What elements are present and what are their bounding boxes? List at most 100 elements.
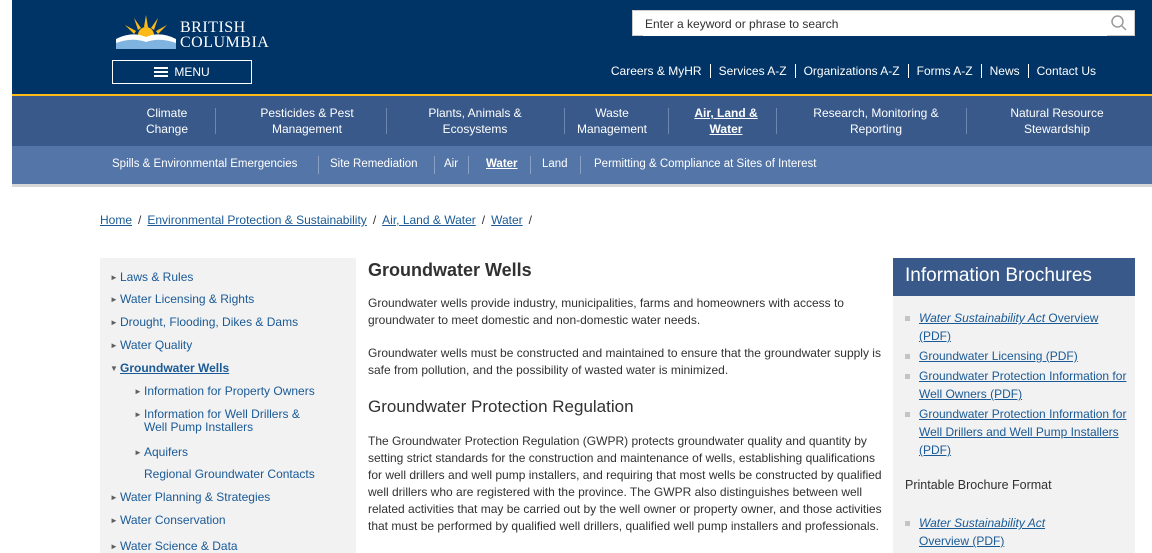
sidenav-item-aquifers[interactable]: ► Aquifers	[134, 446, 188, 459]
triangle-right-icon: ►	[134, 448, 142, 457]
subnav-item-land[interactable]: Land	[542, 158, 568, 170]
triangle-right-icon: ►	[134, 410, 142, 419]
bc-logo[interactable]: BRITISH COLUMBIA	[114, 9, 269, 51]
construction-paragraph: Groundwater wells must be constructed an…	[368, 346, 881, 377]
link-text: Water Sustainability Act	[919, 516, 1046, 530]
search-box	[632, 10, 1135, 36]
sidenav-item-well-drillers-line2[interactable]: Well Pump Installers	[144, 421, 253, 434]
topnav-label: Management	[271, 122, 343, 136]
breadcrumb-separator: /	[372, 213, 377, 227]
topic-nav: Climate Change Pesticides & Pest Managem…	[12, 96, 1152, 146]
bullet	[905, 374, 910, 379]
sidenav-label: Information for Well Drillers &	[144, 407, 300, 421]
link-protection-well-drillers[interactable]: Groundwater Protection Information for W…	[919, 405, 1129, 459]
subnav-item-permitting[interactable]: Permitting & Compliance at Sites of Inte…	[594, 158, 816, 170]
divider	[434, 156, 435, 174]
breadcrumb-water[interactable]: Water	[491, 213, 523, 227]
sidenav-item-water-quality[interactable]: ► Water Quality	[110, 339, 192, 352]
topnav-label: Natural Resource	[1010, 106, 1104, 120]
link-wsa-overview[interactable]: Water Sustainability Act Overview (PDF)	[919, 309, 1129, 345]
sidenav-item-property-owners[interactable]: ► Information for Property Owners	[134, 385, 315, 398]
link-text: Overview (PDF)	[919, 534, 1005, 548]
topnav-item-pesticides[interactable]: Pesticides & Pest Management	[232, 105, 382, 137]
topnav-item-waste[interactable]: Waste Management	[572, 105, 652, 137]
topnav-label: Reporting	[849, 122, 903, 136]
menu-button[interactable]: MENU	[112, 60, 252, 84]
topnav-label: Stewardship	[1023, 122, 1091, 136]
sidenav-item-water-science[interactable]: ► Water Science & Data	[110, 540, 238, 553]
topnav-label: Water	[709, 122, 743, 136]
topnav-item-air-land-water[interactable]: Air, Land & Water	[684, 105, 768, 137]
section-subnav: Spills & Environmental Emergencies Site …	[12, 146, 1152, 187]
breadcrumb-air-land-water[interactable]: Air, Land & Water	[382, 213, 476, 227]
subnav-item-site-remediation[interactable]: Site Remediation	[330, 158, 418, 170]
triangle-right-icon: ►	[110, 542, 118, 551]
triangle-right-icon: ►	[134, 387, 142, 396]
topnav-label: Plants, Animals &	[428, 106, 522, 120]
sidenav-item-water-planning[interactable]: ► Water Planning & Strategies	[110, 491, 270, 504]
bullet	[905, 412, 910, 417]
brochures-panel: Information Brochures Water Sustainabili…	[893, 258, 1135, 553]
utility-link-organizations[interactable]: Organizations A-Z	[794, 64, 908, 78]
utility-link-forms[interactable]: Forms A-Z	[907, 64, 981, 78]
triangle-right-icon: ►	[110, 273, 118, 282]
sidenav-item-water-licensing[interactable]: ► Water Licensing & Rights	[110, 293, 254, 306]
divider	[564, 108, 565, 134]
subnav-item-spills[interactable]: Spills & Environmental Emergencies	[112, 158, 297, 170]
topnav-label: Research, Monitoring &	[813, 106, 939, 120]
search-input[interactable]	[643, 12, 1107, 36]
sidenav-item-laws-rules[interactable]: ► Laws & Rules	[110, 271, 193, 284]
triangle-right-icon: ►	[110, 341, 118, 350]
divider	[468, 156, 469, 174]
topnav-item-plants-animals[interactable]: Plants, Animals & Ecosystems	[400, 105, 550, 137]
topnav-item-research[interactable]: Research, Monitoring & Reporting	[796, 105, 956, 137]
topnav-label: Management	[576, 122, 648, 136]
divider	[215, 108, 216, 134]
sidenav-item-water-conservation[interactable]: ► Water Conservation	[110, 514, 226, 527]
topnav-label: Pesticides & Pest	[260, 106, 354, 120]
divider	[530, 156, 531, 174]
triangle-right-icon: ►	[110, 295, 118, 304]
sidenav-label: Information for Property Owners	[144, 384, 315, 398]
bullet	[905, 354, 910, 359]
utility-link-services[interactable]: Services A-Z	[709, 64, 795, 78]
topnav-label: Ecosystems	[442, 122, 508, 136]
page-margin	[0, 0, 12, 553]
utility-link-careers[interactable]: Careers & MyHR	[603, 64, 710, 78]
sidenav-item-regional-contacts[interactable]: Regional Groundwater Contacts	[144, 468, 315, 481]
triangle-down-icon: ▼	[110, 364, 118, 373]
triangle-right-icon: ►	[110, 318, 118, 327]
sidenav-label: Water Licensing & Rights	[120, 292, 255, 306]
link-text: Water Sustainability Act	[919, 311, 1046, 325]
utility-link-news[interactable]: News	[980, 64, 1028, 78]
link-groundwater-licensing[interactable]: Groundwater Licensing (PDF)	[919, 347, 1129, 365]
sidenav-label: Laws & Rules	[120, 270, 194, 284]
subnav-item-air[interactable]: Air	[444, 158, 458, 170]
link-wsa-overview-printable[interactable]: Water Sustainability Act Overview (PDF)	[919, 514, 1129, 550]
sidenav-item-drought-flooding[interactable]: ► Drought, Flooding, Dikes & Dams	[110, 316, 298, 329]
link-protection-well-owners[interactable]: Groundwater Protection Information for W…	[919, 367, 1129, 403]
utility-link-contact[interactable]: Contact Us	[1027, 64, 1104, 78]
topnav-label: Climate	[146, 106, 188, 120]
sidenav-label: Water Conservation	[120, 513, 226, 527]
bullet	[905, 521, 910, 526]
hamburger-icon	[154, 67, 169, 77]
topnav-label: Air, Land &	[694, 106, 758, 120]
breadcrumb-home[interactable]: Home	[100, 213, 132, 227]
search-icon[interactable]	[1110, 14, 1128, 32]
sidenav-label: Drought, Flooding, Dikes & Dams	[120, 315, 299, 329]
divider	[580, 156, 581, 174]
divider	[318, 156, 319, 174]
breadcrumb-separator: /	[481, 213, 486, 227]
topnav-label: Change	[145, 122, 189, 136]
section-heading: Groundwater Protection Regulation	[368, 397, 634, 416]
breadcrumb-environmental-protection[interactable]: Environmental Protection & Sustainabilit…	[147, 213, 366, 227]
topnav-item-natural-resource[interactable]: Natural Resource Stewardship	[997, 105, 1117, 137]
subnav-item-water[interactable]: Water	[486, 158, 518, 170]
divider	[776, 108, 777, 134]
topnav-item-climate-change[interactable]: Climate Change	[132, 105, 202, 137]
intro-paragraph: Groundwater wells provide industry, muni…	[368, 296, 844, 327]
sidenav-item-groundwater-wells[interactable]: ▼ Groundwater Wells	[110, 362, 229, 375]
brochures-heading: Information Brochures	[893, 258, 1135, 296]
divider	[386, 108, 387, 134]
